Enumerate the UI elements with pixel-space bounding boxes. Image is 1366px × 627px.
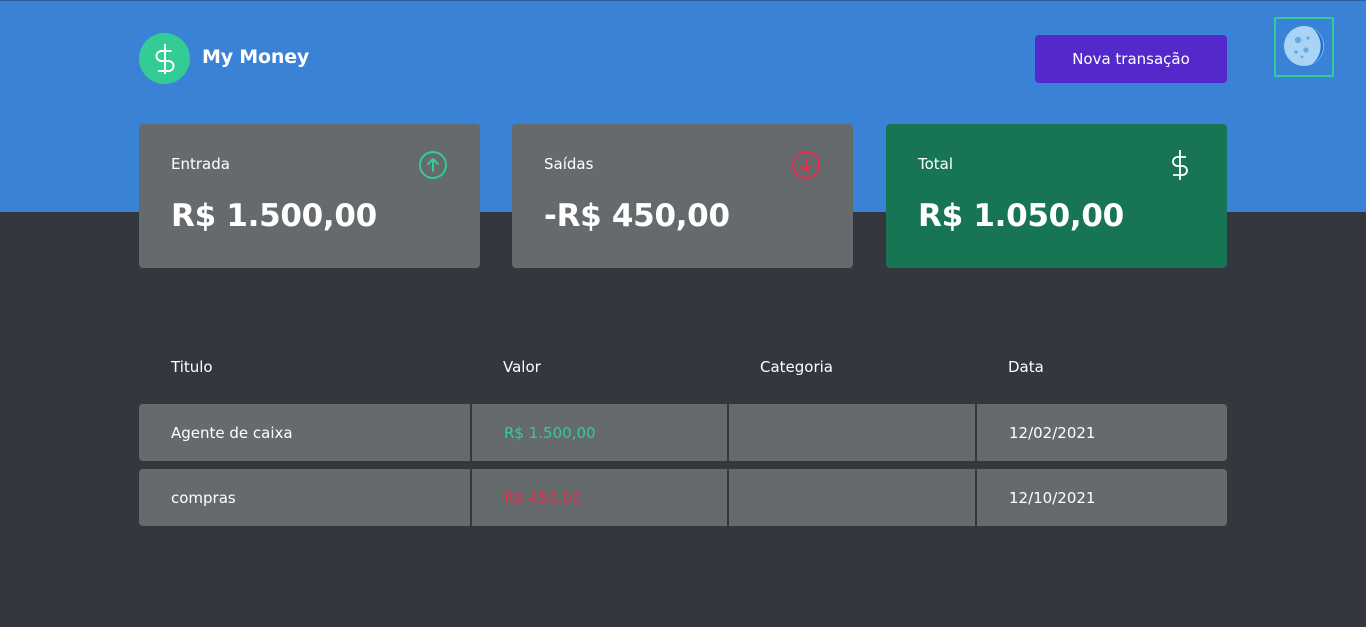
income-card: Entrada R$ 1.500,00 (139, 124, 480, 268)
new-transaction-button[interactable]: Nova transação (1035, 35, 1227, 83)
transaction-title: compras (139, 469, 470, 526)
total-label: Total (918, 155, 954, 173)
moon-icon (1282, 24, 1326, 71)
column-header-title: Titulo (171, 358, 213, 376)
transaction-category (729, 469, 975, 526)
table-row: compras R$ 450,00 12/10/2021 (139, 469, 1227, 526)
income-value: R$ 1.500,00 (171, 198, 377, 234)
dollar-icon (1165, 150, 1195, 180)
outcome-value: -R$ 450,00 (544, 198, 730, 234)
transaction-title: Agente de caixa (139, 404, 470, 461)
transaction-amount: R$ 1.500,00 (472, 404, 727, 461)
column-header-date: Data (1008, 358, 1044, 376)
table-row: Agente de caixa R$ 1.500,00 12/02/2021 (139, 404, 1227, 461)
outcome-card: Saídas -R$ 450,00 (512, 124, 853, 268)
theme-toggle-button[interactable] (1274, 17, 1334, 77)
column-header-category: Categoria (760, 358, 834, 376)
transaction-amount: R$ 450,00 (472, 469, 727, 526)
app-header: My Money Nova transação (139, 33, 1227, 85)
transactions-table: Titulo Valor Categoria Data Agente de ca… (139, 350, 1227, 526)
column-header-amount: Valor (503, 358, 541, 376)
total-card: Total R$ 1.050,00 (886, 124, 1227, 268)
arrow-down-circle-icon (791, 150, 821, 180)
dollar-icon (139, 33, 190, 84)
transaction-category (729, 404, 975, 461)
outcome-label: Saídas (544, 155, 594, 173)
transaction-date: 12/10/2021 (977, 469, 1227, 526)
arrow-up-circle-icon (418, 150, 448, 180)
brand-name: My Money (202, 46, 310, 68)
total-value: R$ 1.050,00 (918, 198, 1124, 234)
table-header: Titulo Valor Categoria Data (139, 350, 1227, 386)
summary-cards: Entrada R$ 1.500,00 Saídas -R$ 450,00 To… (139, 124, 1227, 268)
transaction-date: 12/02/2021 (977, 404, 1227, 461)
income-label: Entrada (171, 155, 230, 173)
